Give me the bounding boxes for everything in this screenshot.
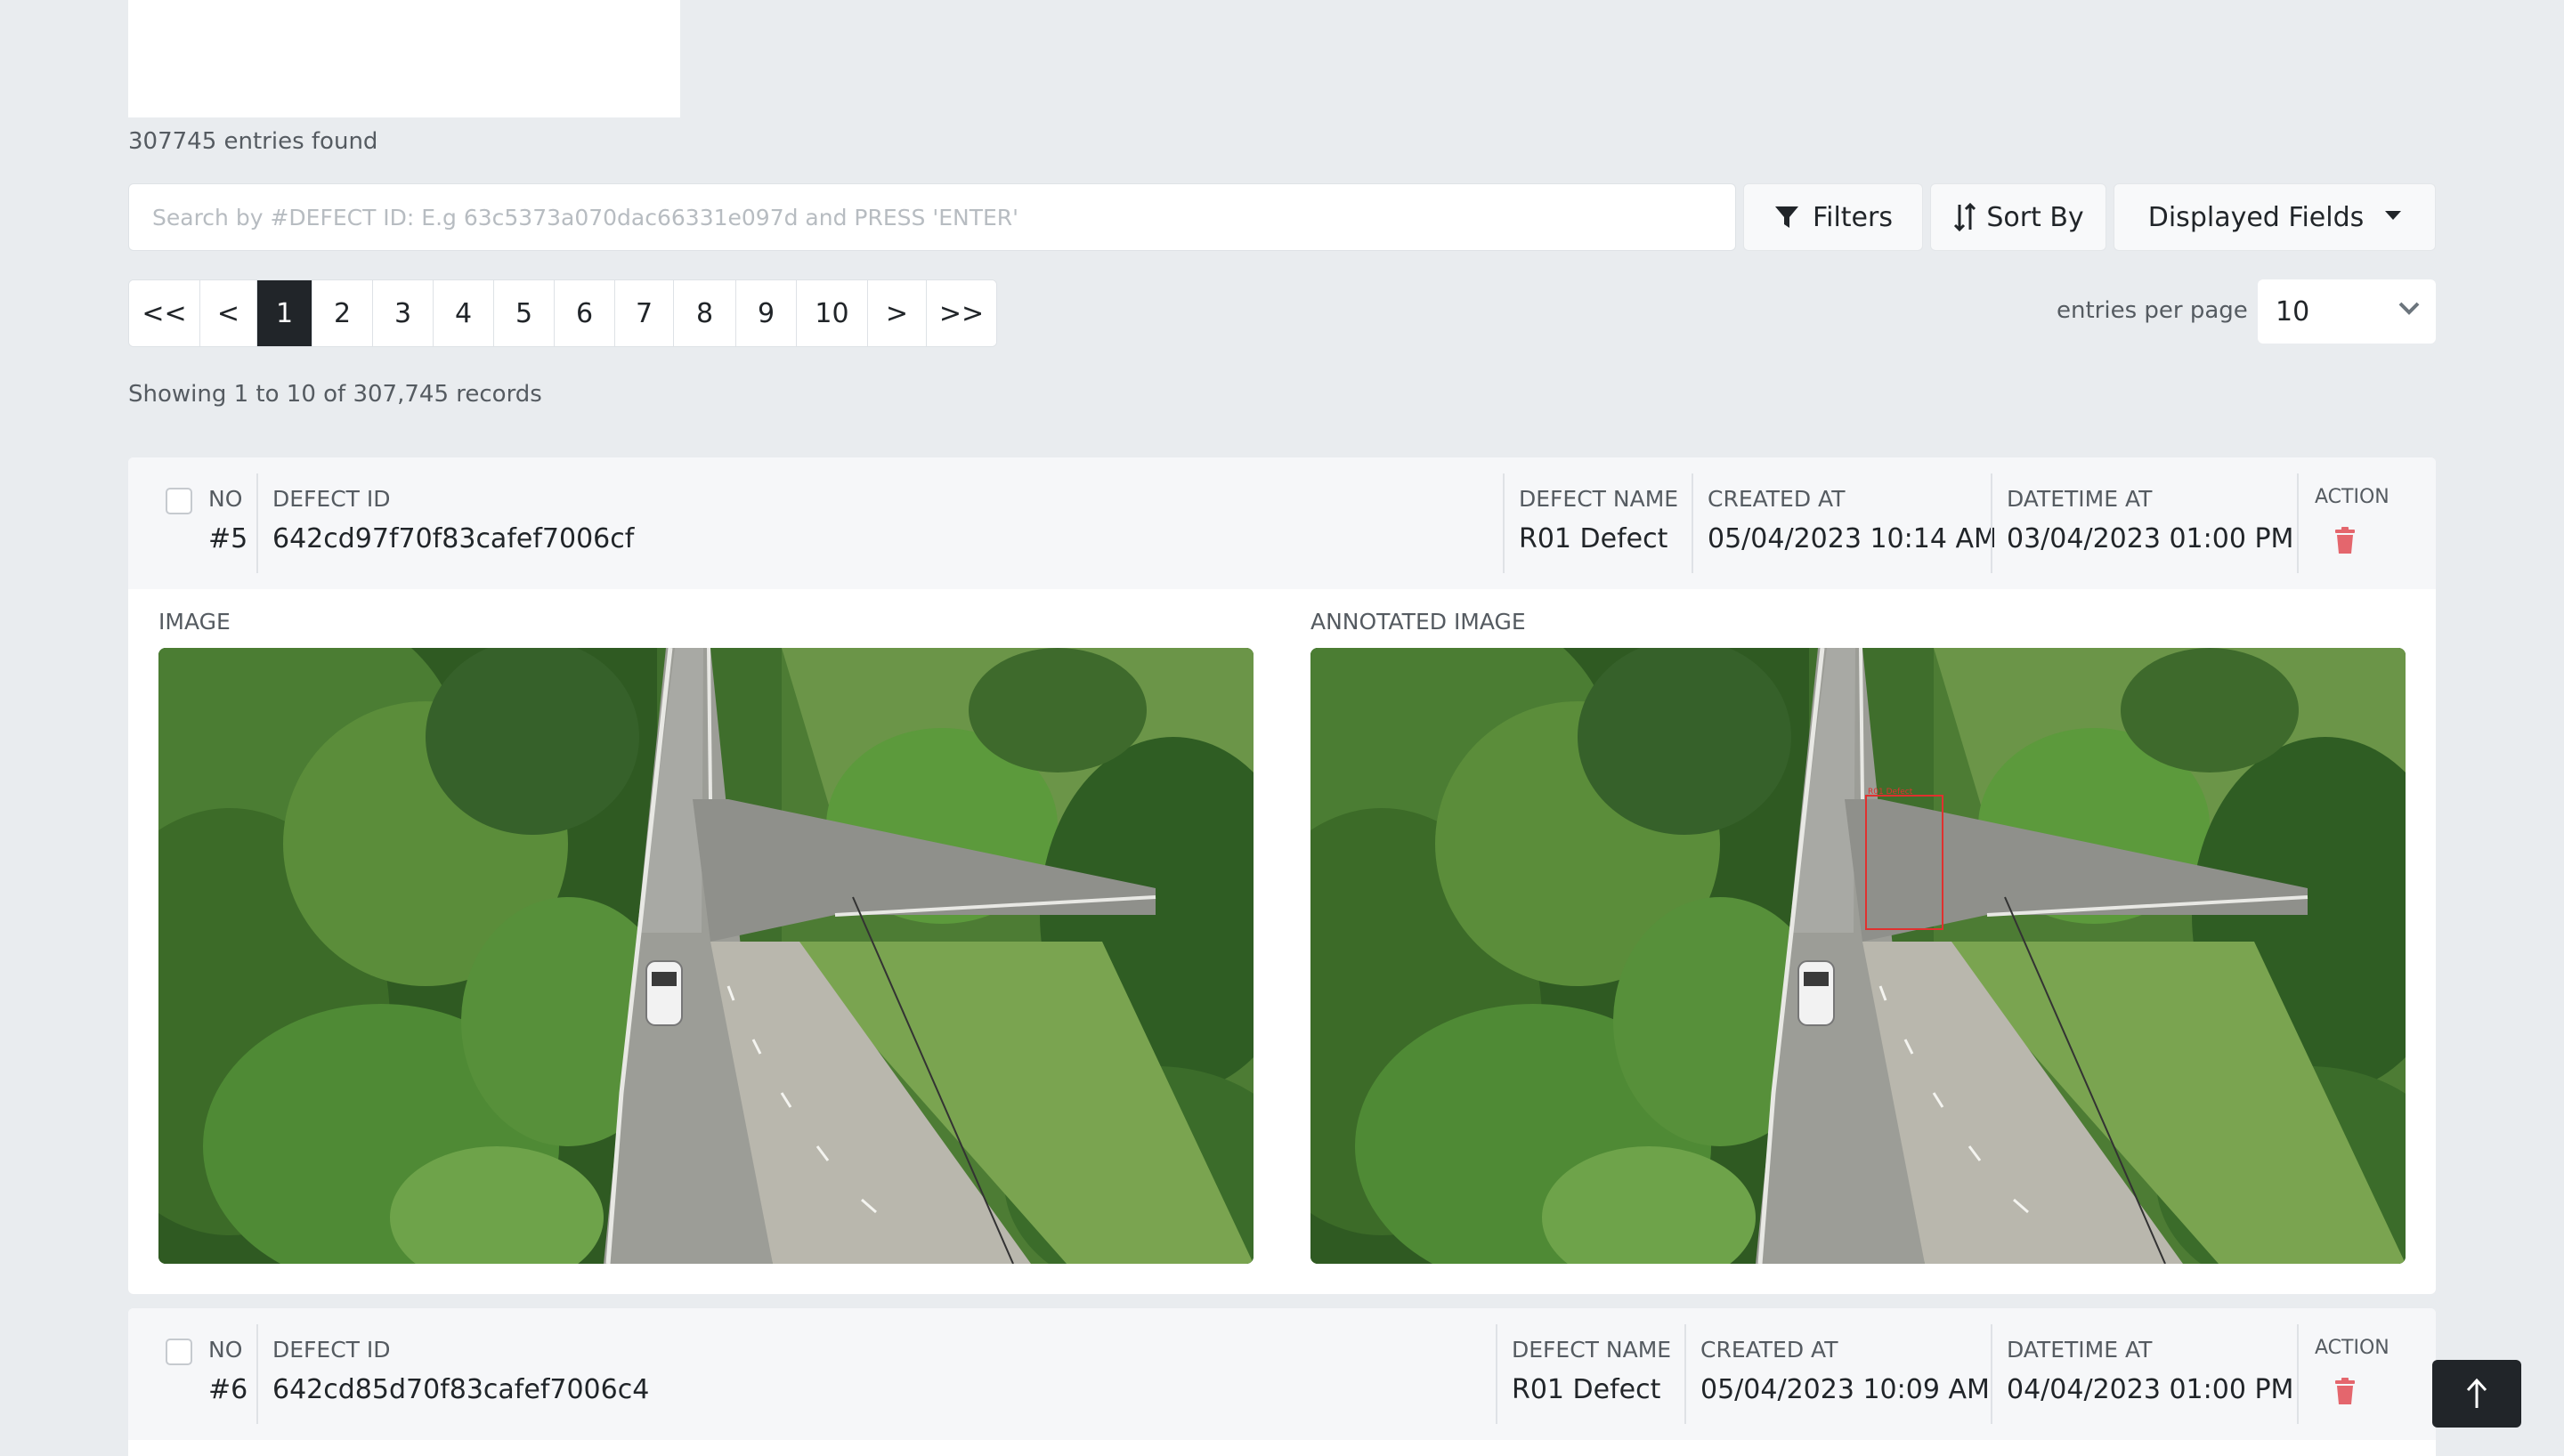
created-at: 05/04/2023 10:09 AM — [1700, 1374, 1990, 1405]
page-6[interactable]: 6 — [555, 280, 615, 346]
page-1[interactable]: 1 — [257, 280, 312, 346]
page-8[interactable]: 8 — [674, 280, 736, 346]
page-4[interactable]: 4 — [434, 280, 494, 346]
record-header: NO #5 DEFECT ID 642cd97f70f83cafef7006cf… — [128, 457, 2436, 589]
filters-label: Filters — [1813, 201, 1893, 233]
no-label: NO — [208, 486, 243, 512]
no-label: NO — [208, 1337, 243, 1363]
trash-icon[interactable] — [2334, 1378, 2356, 1404]
showing-records: Showing 1 to 10 of 307,745 records — [128, 381, 542, 408]
defect-id: 642cd85d70f83cafef7006c4 — [272, 1374, 650, 1405]
defect-id-label: DEFECT ID — [272, 1337, 391, 1363]
page-7[interactable]: 7 — [615, 280, 674, 346]
scroll-to-top-button[interactable] — [2432, 1360, 2521, 1428]
chevron-down-icon — [2398, 302, 2420, 315]
page-10[interactable]: 10 — [797, 280, 868, 346]
page-next[interactable]: > — [868, 280, 927, 346]
page-first[interactable]: << — [129, 280, 200, 346]
record-header: NO #6 DEFECT ID 642cd85d70f83cafef7006c4… — [128, 1308, 2436, 1440]
page-2[interactable]: 2 — [312, 280, 373, 346]
datetime-at-label: DATETIME AT — [2007, 1337, 2153, 1363]
defect-record: NO #5 DEFECT ID 642cd97f70f83cafef7006cf… — [128, 457, 2436, 1294]
defect-id: 642cd97f70f83cafef7006cf — [272, 523, 635, 554]
arrow-up-icon — [2466, 1378, 2487, 1408]
page-5[interactable]: 5 — [494, 280, 555, 346]
pagination: << < 1 2 3 4 5 6 7 8 9 10 > >> — [128, 279, 997, 347]
image-label: IMAGE — [158, 609, 231, 635]
sort-icon — [1954, 203, 1976, 231]
datetime-at-label: DATETIME AT — [2007, 486, 2153, 512]
annotation-label: R01 Defect — [1868, 788, 1913, 797]
defect-name-label: DEFECT NAME — [1512, 1337, 1672, 1363]
record-no: #5 — [208, 523, 248, 554]
page-prev[interactable]: < — [200, 280, 257, 346]
defect-name-label: DEFECT NAME — [1519, 486, 1679, 512]
caret-down-icon — [2385, 211, 2402, 220]
defect-image[interactable] — [158, 648, 1254, 1264]
entries-per-page-value: 10 — [2276, 295, 2310, 328]
filters-button[interactable]: Filters — [1743, 183, 1923, 251]
created-at-label: CREATED AT — [1700, 1337, 1838, 1363]
created-at-label: CREATED AT — [1708, 486, 1846, 512]
datetime-at: 03/04/2023 01:00 PM — [2007, 523, 2294, 554]
sort-by-button[interactable]: Sort By — [1930, 183, 2106, 251]
filter-icon — [1775, 206, 1799, 228]
displayed-fields-dropdown[interactable]: Displayed Fields — [2114, 183, 2436, 251]
record-checkbox[interactable] — [166, 488, 192, 514]
entries-found-count: 307745 entries found — [128, 128, 378, 155]
defect-name: R01 Defect — [1519, 523, 1668, 554]
record-checkbox[interactable] — [166, 1339, 192, 1365]
top-panel — [128, 0, 680, 117]
datetime-at: 04/04/2023 01:00 PM — [2007, 1374, 2294, 1405]
aerial-road-photo — [158, 648, 1254, 1264]
defect-record: NO #6 DEFECT ID 642cd85d70f83cafef7006c4… — [128, 1308, 2436, 1456]
page-last[interactable]: >> — [927, 280, 996, 346]
trash-icon[interactable] — [2334, 527, 2356, 554]
entries-per-page-label: entries per page — [2057, 297, 2248, 324]
search-bar[interactable] — [128, 183, 1736, 251]
entries-per-page-select[interactable]: 10 — [2258, 279, 2436, 344]
search-input[interactable] — [152, 204, 1735, 231]
annotated-defect-image[interactable]: R01 Defect — [1310, 648, 2406, 1264]
created-at: 05/04/2023 10:14 AM — [1708, 523, 1997, 554]
action-label: ACTION — [2315, 1337, 2390, 1359]
annotated-image-label: ANNOTATED IMAGE — [1310, 609, 1526, 635]
sort-by-label: Sort By — [1986, 201, 2084, 233]
displayed-fields-label: Displayed Fields — [2147, 201, 2365, 233]
page-3[interactable]: 3 — [373, 280, 434, 346]
action-label: ACTION — [2315, 486, 2390, 508]
defect-id-label: DEFECT ID — [272, 486, 391, 512]
record-no: #6 — [208, 1374, 248, 1405]
page-9[interactable]: 9 — [736, 280, 797, 346]
defect-name: R01 Defect — [1512, 1374, 1661, 1405]
aerial-road-photo-annotated: R01 Defect — [1310, 648, 2406, 1264]
